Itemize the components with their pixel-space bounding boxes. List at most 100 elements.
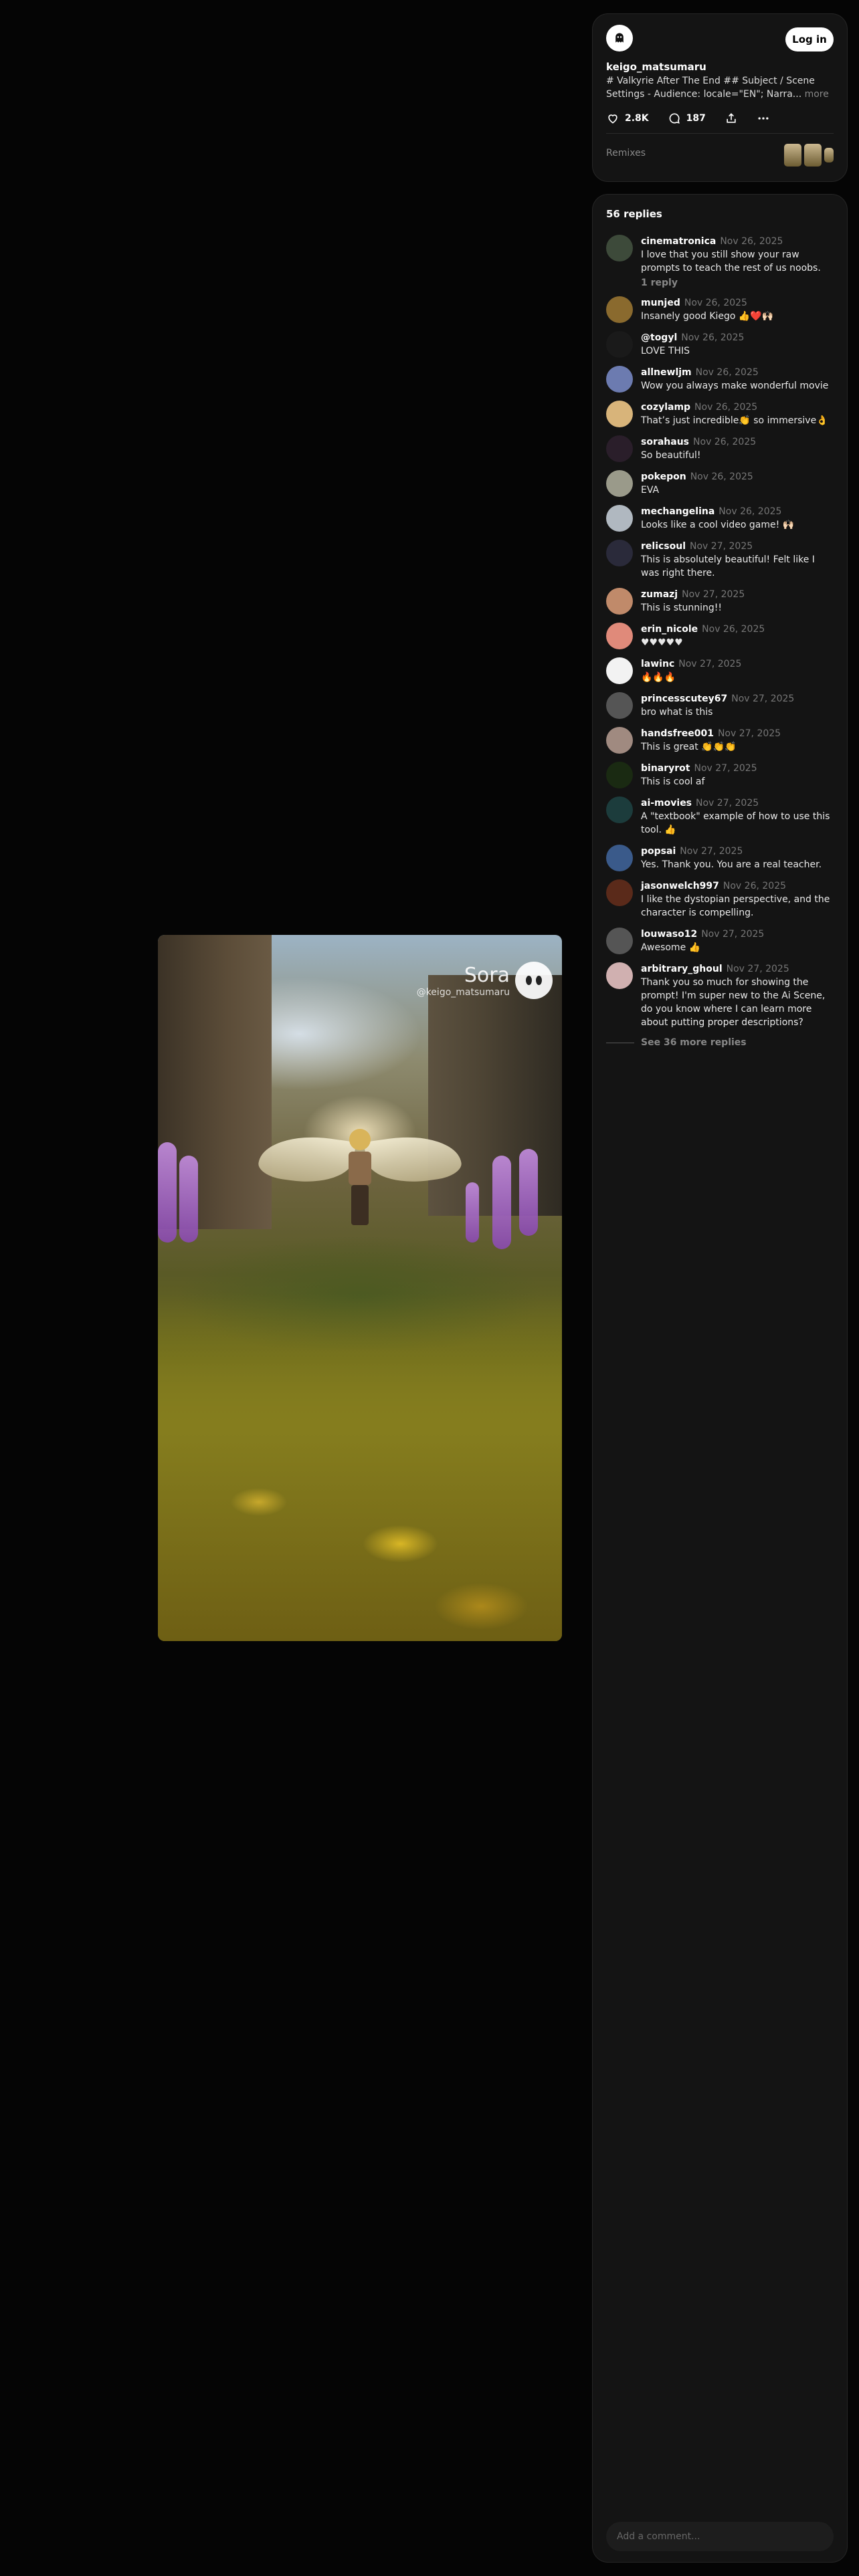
comment-header: cozylamp Nov 26, 2025 <box>641 401 834 414</box>
commenter-avatar[interactable] <box>606 692 633 719</box>
video-scene-grass <box>158 1293 562 1641</box>
commenter-name[interactable]: zumazj <box>641 589 678 600</box>
comment-count: 187 <box>686 113 706 124</box>
commenter-name[interactable]: jasonwelch997 <box>641 881 719 891</box>
more-options-button[interactable] <box>757 112 770 125</box>
comment-body: erin_nicole Nov 26, 2025 ♥♥♥♥♥ <box>641 623 834 649</box>
commenter-avatar[interactable] <box>606 928 633 954</box>
commenter-avatar[interactable] <box>606 762 633 788</box>
like-button[interactable]: 2.8K <box>606 112 649 125</box>
see-more-label[interactable]: See 36 more replies <box>641 1037 747 1048</box>
comment-item: sorahaus Nov 26, 2025 So beautiful! <box>606 435 834 462</box>
divider <box>606 133 834 134</box>
comment-date: Nov 27, 2025 <box>696 798 759 809</box>
comment-body: pokepon Nov 26, 2025 EVA <box>641 470 834 497</box>
comment-header: pokepon Nov 26, 2025 <box>641 470 834 484</box>
remix-thumbnail[interactable] <box>804 144 822 167</box>
post-stats: 2.8K 187 <box>606 112 770 125</box>
commenter-name[interactable]: louwaso12 <box>641 929 697 940</box>
commenter-name[interactable]: ai-movies <box>641 798 692 809</box>
comment-body: munjed Nov 26, 2025 Insanely good Kiego 👍… <box>641 296 834 323</box>
comment-body: arbitrary_ghoul Nov 27, 2025 Thank you so… <box>641 962 834 1029</box>
commenter-avatar[interactable] <box>606 879 633 906</box>
commenter-name[interactable]: arbitrary_ghoul <box>641 964 723 974</box>
view-replies-link[interactable]: 1 reply <box>641 278 834 288</box>
commenter-avatar[interactable] <box>606 657 633 684</box>
commenter-name[interactable]: lawinc <box>641 659 674 669</box>
comment-body: binaryrot Nov 27, 2025 This is cool af <box>641 762 834 788</box>
commenter-name[interactable]: popsai <box>641 846 676 857</box>
commenter-name[interactable]: binaryrot <box>641 763 690 774</box>
comment-text: This is stunning!! <box>641 603 722 613</box>
commenter-avatar[interactable] <box>606 845 633 871</box>
commenter-name[interactable]: cozylamp <box>641 402 690 413</box>
remix-thumbnail[interactable] <box>824 148 834 163</box>
commenter-name[interactable]: pokepon <box>641 471 686 482</box>
comment-item: lawinc Nov 27, 2025 🔥🔥🔥 <box>606 657 834 684</box>
comment-item: arbitrary_ghoul Nov 27, 2025 Thank you so… <box>606 962 834 1029</box>
video-scene-wing <box>256 1129 357 1189</box>
commenter-avatar[interactable] <box>606 470 633 497</box>
replies-count: 56 replies <box>606 208 662 220</box>
comment-date: Nov 26, 2025 <box>719 506 782 517</box>
commenter-avatar[interactable] <box>606 435 633 462</box>
commenter-avatar[interactable] <box>606 505 633 532</box>
commenter-avatar[interactable] <box>606 727 633 754</box>
sora-watermark: Sora @keigo_matsumaru <box>417 962 553 999</box>
comment-text: ♥♥♥♥♥ <box>641 637 683 648</box>
commenter-avatar[interactable] <box>606 366 633 393</box>
comment-text: Yes. Thank you. You are a real teacher. <box>641 859 822 870</box>
share-button[interactable] <box>725 112 738 125</box>
comment-body: sorahaus Nov 26, 2025 So beautiful! <box>641 435 834 462</box>
share-icon <box>727 113 736 123</box>
comment-input[interactable] <box>606 2522 834 2551</box>
comment-body: lawinc Nov 27, 2025 🔥🔥🔥 <box>641 657 834 684</box>
commenter-avatar[interactable] <box>606 796 633 823</box>
commenter-avatar[interactable] <box>606 540 633 566</box>
commenter-avatar[interactable] <box>606 962 633 989</box>
comment-header: jasonwelch997 Nov 26, 2025 <box>641 879 834 893</box>
comment-date: Nov 27, 2025 <box>731 693 795 704</box>
commenter-avatar[interactable] <box>606 623 633 649</box>
login-button[interactable]: Log in <box>785 27 834 51</box>
commenter-name[interactable]: relicsoul <box>641 541 686 552</box>
comment-header: handsfree001 Nov 27, 2025 <box>641 727 834 740</box>
ellipsis-icon <box>758 117 769 120</box>
commenter-name[interactable]: munjed <box>641 298 680 308</box>
commenter-name[interactable]: allnewljm <box>641 367 692 378</box>
video-scene-wing <box>363 1129 464 1189</box>
comments-button[interactable]: 187 <box>668 112 706 125</box>
comment-date: Nov 27, 2025 <box>690 541 753 552</box>
commenter-name[interactable]: handsfree001 <box>641 728 714 739</box>
comment-date: Nov 26, 2025 <box>702 624 765 635</box>
comment-date: Nov 27, 2025 <box>682 589 745 600</box>
comment-item: mechangelina Nov 26, 2025 Looks like a co… <box>606 505 834 532</box>
commenter-avatar[interactable] <box>606 296 633 323</box>
commenter-avatar[interactable] <box>606 331 633 358</box>
commenter-name[interactable]: sorahaus <box>641 437 689 447</box>
commenter-name[interactable]: @togyl <box>641 332 677 343</box>
commenter-avatar[interactable] <box>606 235 633 261</box>
more-link[interactable]: more <box>805 89 829 100</box>
video-scene-figure <box>347 1129 373 1229</box>
commenter-name[interactable]: mechangelina <box>641 506 714 517</box>
video-player[interactable]: Sora @keigo_matsumaru <box>158 935 562 1641</box>
commenter-name[interactable]: cinematronica <box>641 236 716 247</box>
author-name[interactable]: keigo_matsumaru <box>606 61 706 73</box>
ghost-icon <box>615 33 624 43</box>
comment-body: cinematronica Nov 26, 2025 I love that yo… <box>641 235 834 288</box>
author-avatar[interactable] <box>606 25 633 51</box>
comment-text: Awesome 👍 <box>641 942 701 953</box>
watermark-user: @keigo_matsumaru <box>416 986 510 998</box>
commenter-avatar[interactable] <box>606 588 633 615</box>
comment-text: This is great 👏👏👏 <box>641 742 737 752</box>
commenter-avatar[interactable] <box>606 401 633 427</box>
remix-thumbnails[interactable] <box>784 144 834 167</box>
commenter-name[interactable]: princesscutey67 <box>641 693 727 704</box>
commenter-name[interactable]: erin_nicole <box>641 624 698 635</box>
remixes-label[interactable]: Remixes <box>606 148 646 158</box>
video-scene-angel <box>256 1115 464 1249</box>
comment-header: sorahaus Nov 26, 2025 <box>641 435 834 449</box>
remix-thumbnail[interactable] <box>784 144 801 167</box>
see-more-replies[interactable]: See 36 more replies <box>606 1037 834 1048</box>
